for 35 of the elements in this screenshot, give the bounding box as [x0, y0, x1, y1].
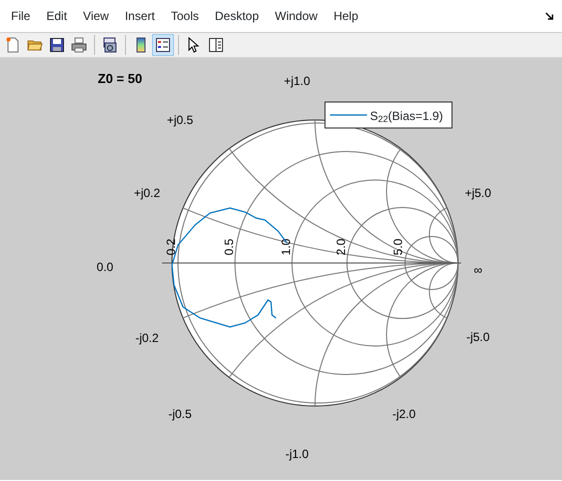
- menu-item[interactable]: File: [3, 0, 38, 32]
- axis-label: +j0.5: [166, 113, 194, 128]
- menu-item[interactable]: Desktop: [206, 0, 267, 32]
- axis-label: -j0.2: [135, 331, 159, 346]
- axis-label: 1.0: [279, 238, 294, 256]
- new-file-icon: [5, 37, 21, 53]
- menu-item[interactable]: Insert: [116, 0, 163, 32]
- save-icon: [49, 37, 65, 53]
- legend-icon: [155, 37, 171, 53]
- dock-arrow-icon[interactable]: [545, 12, 554, 20]
- axis-label: -j1.0: [285, 447, 309, 462]
- axis-label: +j1.0: [284, 74, 310, 88]
- legend-button[interactable]: [152, 34, 174, 56]
- axis-label: +j5.0: [464, 186, 492, 200]
- printer-icon: [71, 37, 87, 53]
- pointer-icon: [186, 37, 202, 53]
- axis-label: +j0.2: [134, 186, 160, 200]
- chart-title: Z0 = 50: [98, 71, 142, 86]
- property-editor-icon: [208, 37, 224, 53]
- menu-item[interactable]: Edit: [38, 0, 76, 32]
- axis-label: 2.0: [334, 238, 348, 256]
- axis-label: 0.2: [164, 238, 178, 256]
- axis-label: 5.0: [391, 238, 406, 256]
- menu-item[interactable]: View: [75, 0, 117, 32]
- menu-item[interactable]: Window: [266, 0, 326, 32]
- axis-label: -j5.0: [466, 330, 490, 344]
- axis-label: ∞: [474, 263, 482, 278]
- axis-label: 0.0: [96, 260, 114, 274]
- axis-label: -j0.5: [168, 407, 192, 422]
- axis-label: -j2.0: [392, 407, 416, 422]
- legend-label: S$_{22}$(Bias=1.9): [370, 108, 444, 125]
- menu-item[interactable]: Help: [326, 0, 366, 32]
- print-preview-icon: [102, 37, 118, 53]
- menu-item[interactable]: Tools: [162, 0, 207, 32]
- axis-label: 0.5: [222, 238, 236, 256]
